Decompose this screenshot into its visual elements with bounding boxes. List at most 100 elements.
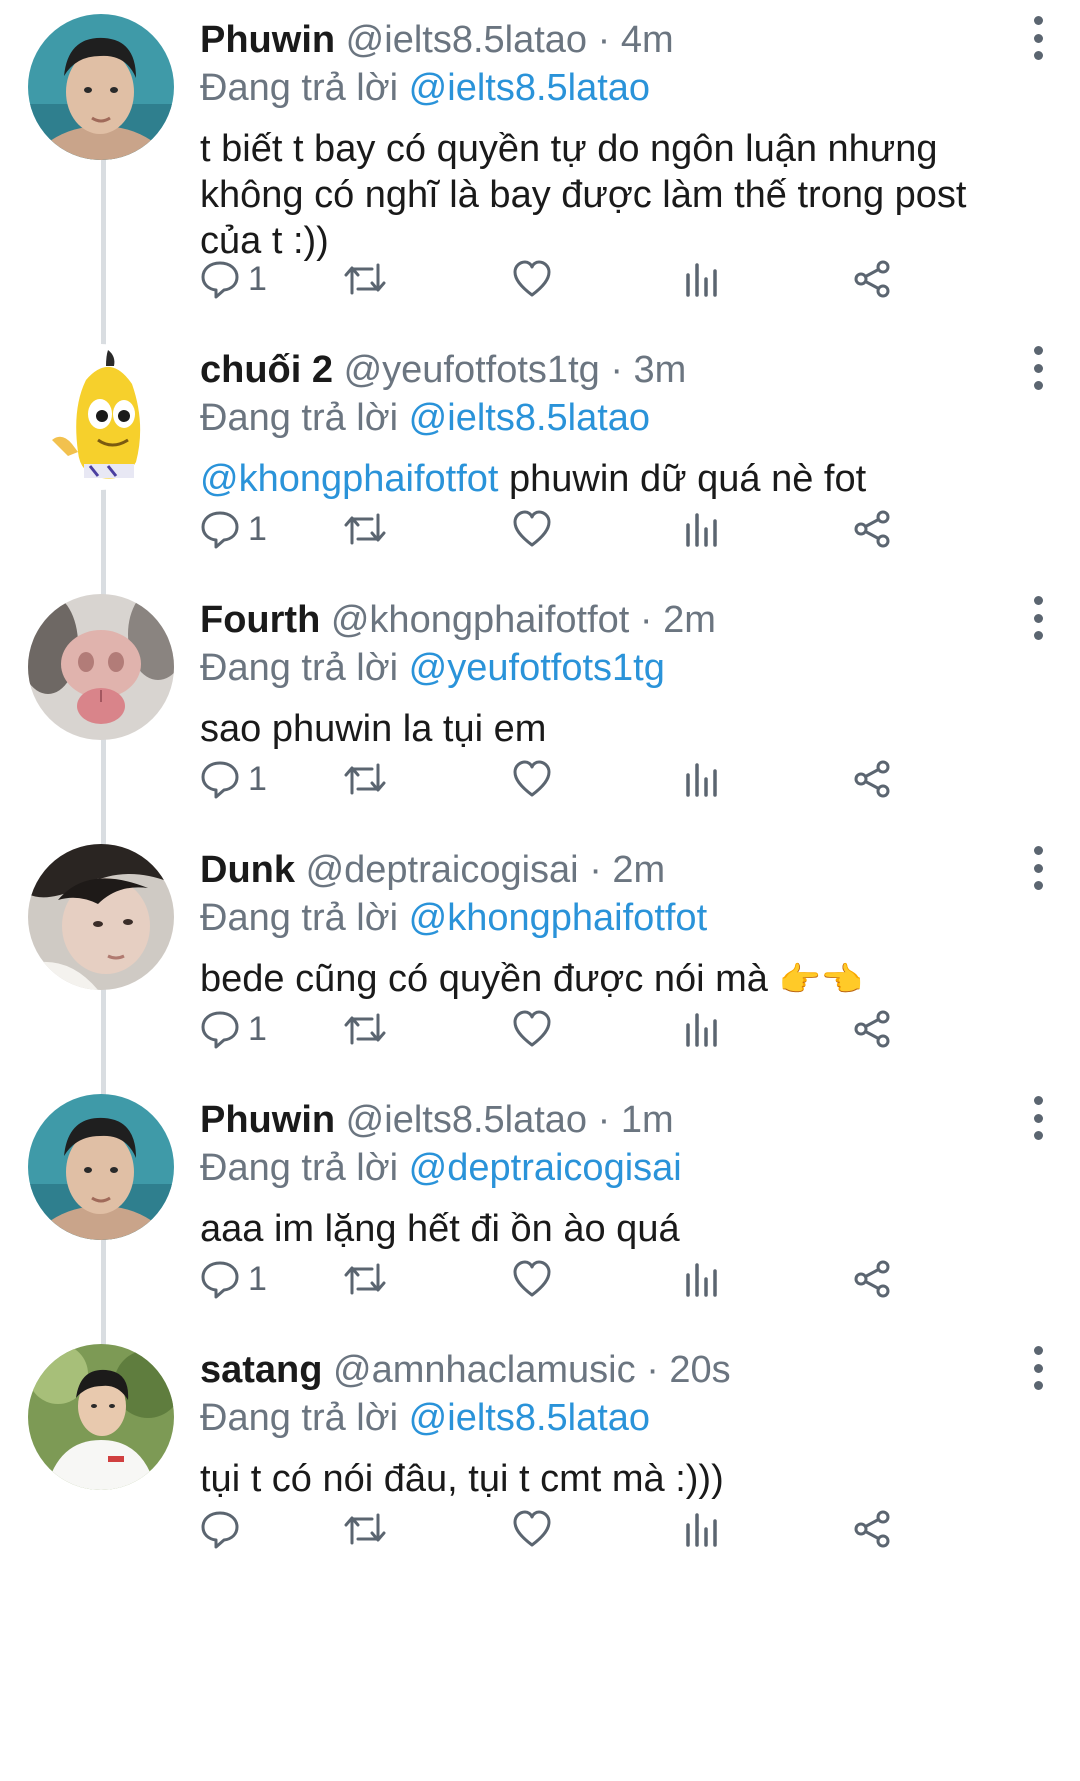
avatar[interactable] [28,14,174,160]
like-button[interactable] [512,1504,552,1554]
share-button[interactable] [852,754,892,804]
share-button[interactable] [852,1504,892,1554]
more-options-icon[interactable] [1018,16,1058,60]
replying-to-mention[interactable]: @ielts8.5latao [409,397,650,439]
retweet-icon [344,1513,386,1545]
tweet[interactable]: chuối 2 @yeufotfots1tg · 3m Đang trả lời… [0,330,1080,720]
tweet[interactable]: Phuwin @ielts8.5latao · 4m Đang trả lời … [0,0,1080,390]
reply-button[interactable]: 1 [200,1254,267,1304]
replying-to: Đang trả lời @ielts8.5latao [200,66,650,110]
reply-button[interactable] [200,1504,248,1554]
share-button[interactable] [852,1004,892,1054]
retweet-button[interactable] [342,1504,388,1554]
reply-icon [201,1261,239,1299]
timestamp[interactable]: 20s [669,1349,730,1391]
user-handle[interactable]: @ielts8.5latao [346,1099,587,1141]
tweet-header: Phuwin @ielts8.5latao · 4m [200,18,674,62]
retweet-button[interactable] [342,1254,388,1304]
share-icon [854,760,890,798]
retweet-icon [344,763,386,795]
timestamp[interactable]: 2m [612,849,665,891]
timestamp[interactable]: 2m [663,599,716,641]
views-button[interactable] [684,754,720,804]
retweet-button[interactable] [342,504,388,554]
more-options-icon[interactable] [1018,596,1058,640]
reply-button[interactable]: 1 [200,254,267,304]
share-button[interactable] [852,504,892,554]
more-options-icon[interactable] [1018,846,1058,890]
display-name[interactable]: Phuwin [200,19,335,61]
display-name[interactable]: Phuwin [200,1099,335,1141]
retweet-button[interactable] [342,1004,388,1054]
separator-dot: · [610,349,623,391]
views-button[interactable] [684,1504,720,1554]
tweet-text-content: bede cũng có quyền được nói mà [200,958,779,1000]
tweet-text: @khongphaifotfot phuwin dữ quá nè fot [200,456,1020,502]
share-button[interactable] [852,254,892,304]
display-name[interactable]: Fourth [200,599,320,641]
display-name[interactable]: chuối 2 [200,349,333,391]
display-name[interactable]: satang [200,1349,322,1391]
text-mention[interactable]: @khongphaifotfot [200,458,498,500]
tweet-text-content: t biết t bay có quyền tự do ngôn luận nh… [200,128,967,262]
action-bar: 1 [200,254,1060,304]
like-button[interactable] [512,754,552,804]
reply-count: 1 [248,259,267,298]
replying-to-label: Đang trả lời [200,897,399,939]
avatar[interactable] [28,594,174,740]
avatar[interactable] [28,1094,174,1240]
views-button[interactable] [684,504,720,554]
reply-count: 1 [248,1259,267,1298]
replying-to-mention[interactable]: @deptraicogisai [409,1147,682,1189]
reply-button[interactable]: 1 [200,754,267,804]
views-button[interactable] [684,1004,720,1054]
tweet[interactable]: Fourth @khongphaifotfot · 2m Đang trả lờ… [0,580,1080,970]
reply-icon [201,1011,239,1049]
tweet[interactable]: satang @amnhaclamusic · 20s Đang trả lời… [0,1330,1080,1616]
replying-to-mention[interactable]: @ielts8.5latao [409,1397,650,1439]
replying-to-mention[interactable]: @ielts8.5latao [409,67,650,109]
replying-to: Đang trả lời @khongphaifotfot [200,896,707,940]
reply-button[interactable]: 1 [200,1004,267,1054]
avatar[interactable] [28,844,174,990]
avatar[interactable] [28,1344,174,1490]
views-button[interactable] [684,254,720,304]
replying-to-mention[interactable]: @yeufotfots1tg [409,647,665,689]
user-handle[interactable]: @deptraicogisai [306,849,579,891]
tweet-text: aaa im lặng hết đi ồn ào quá [200,1206,1020,1252]
more-options-icon[interactable] [1018,1346,1058,1390]
more-options-icon[interactable] [1018,346,1058,390]
views-icon [686,763,717,797]
replying-to-label: Đang trả lời [200,1397,399,1439]
reply-count: 1 [248,759,267,798]
user-handle[interactable]: @yeufotfots1tg [344,349,600,391]
views-button[interactable] [684,1254,720,1304]
like-button[interactable] [512,254,552,304]
user-handle[interactable]: @khongphaifotfot [331,599,629,641]
like-icon [513,260,551,297]
timestamp[interactable]: 3m [634,349,687,391]
like-button[interactable] [512,1004,552,1054]
tweet[interactable]: Dunk @deptraicogisai · 2m Đang trả lời @… [0,830,1080,1220]
like-button[interactable] [512,1254,552,1304]
share-button[interactable] [852,1254,892,1304]
tweet-text-content: tụi t có nói đâu, tụi t cmt mà :))) [200,1458,724,1500]
user-handle[interactable]: @ielts8.5latao [346,19,587,61]
replying-to-mention[interactable]: @khongphaifotfot [409,897,707,939]
tweet-header: Dunk @deptraicogisai · 2m [200,848,665,892]
like-icon [513,1010,551,1047]
timestamp[interactable]: 1m [621,1099,674,1141]
tweet-text-content: sao phuwin la tụi em [200,708,547,750]
avatar[interactable] [28,344,174,490]
views-icon [686,263,717,297]
retweet-button[interactable] [342,254,388,304]
retweet-button[interactable] [342,754,388,804]
timestamp[interactable]: 4m [621,19,674,61]
reply-button[interactable]: 1 [200,504,267,554]
user-handle[interactable]: @amnhaclamusic [333,1349,636,1391]
like-icon [513,760,551,797]
more-options-icon[interactable] [1018,1096,1058,1140]
display-name[interactable]: Dunk [200,849,295,891]
tweet[interactable]: Phuwin @ielts8.5latao · 1m Đang trả lời … [0,1080,1080,1470]
like-button[interactable] [512,504,552,554]
